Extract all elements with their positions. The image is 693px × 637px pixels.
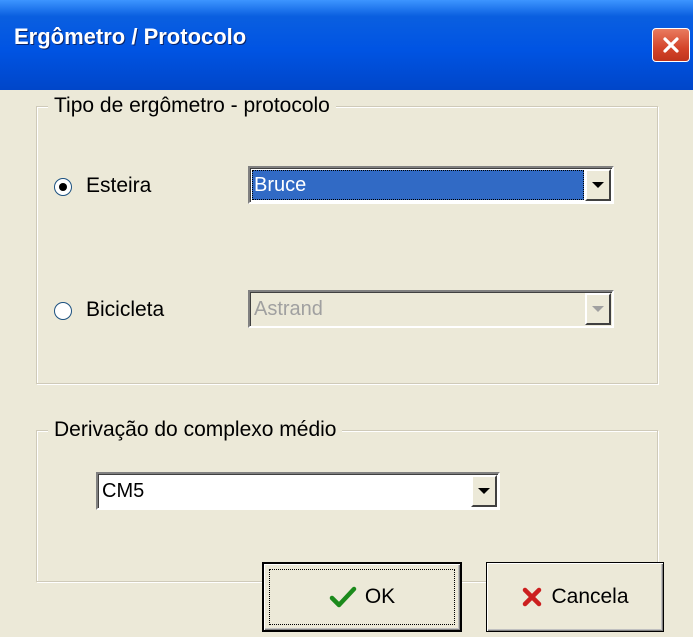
radio-checked-dot <box>59 183 67 191</box>
esteira-label[interactable]: Esteira <box>86 174 151 198</box>
chevron-down-icon <box>592 306 604 312</box>
close-icon <box>663 37 679 53</box>
x-icon <box>521 586 543 608</box>
esteira-radio[interactable] <box>54 178 72 196</box>
esteira-protocol-select[interactable]: Bruce <box>248 166 614 204</box>
derivation-dropdown-button[interactable] <box>471 475 497 507</box>
chevron-down-icon <box>478 488 490 494</box>
protocol-group-legend: Tipo de ergômetro - protocolo <box>48 94 336 118</box>
bicicleta-protocol-value: Astrand <box>254 298 323 320</box>
derivation-group-legend: Derivação do complexo médio <box>48 418 343 442</box>
protocol-groupbox <box>36 106 658 384</box>
dialog-client-area: Tipo de ergômetro - protocolo Esteira Br… <box>0 90 693 637</box>
cancel-button[interactable]: Cancela <box>486 562 664 632</box>
chevron-down-icon <box>592 182 604 188</box>
bicicleta-radio[interactable] <box>54 302 72 320</box>
bicicleta-protocol-select: Astrand <box>248 290 614 328</box>
derivation-value: CM5 <box>102 480 145 502</box>
esteira-protocol-value: Bruce <box>252 170 584 200</box>
close-button[interactable] <box>652 28 690 62</box>
ok-button[interactable]: OK <box>262 562 462 632</box>
title-bar[interactable]: Ergômetro / Protocolo <box>0 0 693 90</box>
bicicleta-label[interactable]: Bicicleta <box>86 298 164 322</box>
cancel-button-label: Cancela <box>551 585 629 608</box>
esteira-dropdown-button[interactable] <box>585 169 611 201</box>
bicicleta-dropdown-button <box>585 293 611 325</box>
derivation-select[interactable]: CM5 <box>96 472 500 510</box>
focus-rectangle <box>269 569 455 625</box>
window-title: Ergômetro / Protocolo <box>14 24 247 49</box>
